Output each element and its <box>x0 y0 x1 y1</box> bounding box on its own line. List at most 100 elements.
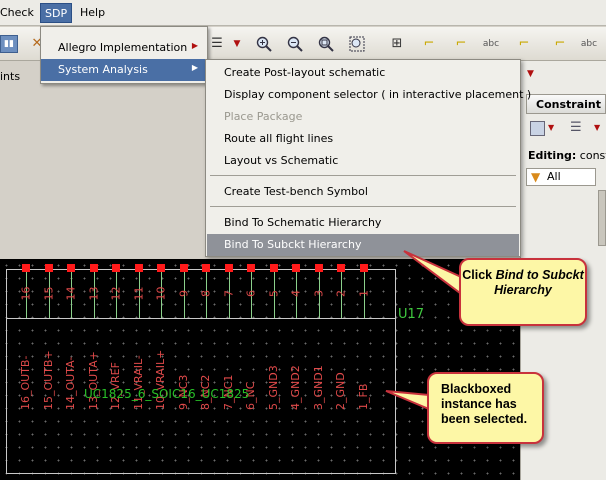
menu-item-create-test-bench-symbol[interactable]: Create Test-bench Symbol <box>207 181 519 203</box>
callout-emphasis: Bind to Subckt Hierarchy <box>494 268 584 297</box>
pin-pad[interactable] <box>315 264 323 272</box>
pin-pad[interactable] <box>90 264 98 272</box>
net-name-icon[interactable]: abc <box>482 35 500 53</box>
callout-prefix: Click <box>462 268 496 282</box>
panel-dropdown-icon[interactable]: ▼ <box>527 69 534 79</box>
submenu-arrow-icon: ▶ <box>191 41 198 50</box>
zoom-area-icon[interactable] <box>348 35 366 53</box>
menu-bar: Check SDP Help <box>0 0 606 26</box>
submenu-arrow-icon: ▶ <box>191 63 198 72</box>
layers-icon[interactable]: ☰ <box>208 35 226 53</box>
zoom-in-icon[interactable] <box>255 35 273 53</box>
align-icon[interactable]: ☰ <box>570 120 582 135</box>
pin-pad[interactable] <box>292 264 300 272</box>
pin-pad[interactable] <box>337 264 345 272</box>
menu-item-bind-to-schematic-hierarchy[interactable]: Bind To Schematic Hierarchy <box>207 212 519 234</box>
text-icon[interactable]: abc <box>580 35 598 53</box>
pin-name: 14_OUTA- <box>64 356 77 410</box>
panel-scrollbar[interactable] <box>598 190 606 246</box>
callout-blackboxed-instance: Blackboxed instance has been selected. <box>427 372 544 444</box>
wire-icon[interactable]: ⌐ <box>420 35 438 53</box>
left-pane-label: ints <box>0 70 21 83</box>
add-part-icon[interactable]: ⊞ <box>388 35 406 53</box>
menu-check[interactable]: Check <box>0 6 34 20</box>
pin-number: 3 <box>312 290 326 297</box>
save-dropdown-icon[interactable]: ▼ <box>548 123 554 132</box>
panel-toggle-icon[interactable]: ▮▮ <box>0 35 18 53</box>
sdp-menu: Allegro Implementation ▶ System Analysis… <box>40 26 208 84</box>
menu-item-place-package: Place Package <box>224 110 303 123</box>
connect-icon[interactable]: ⌐ <box>515 35 533 53</box>
pin-number: 10 <box>154 286 168 301</box>
zoom-fit-icon[interactable] <box>317 35 335 53</box>
pin-number: 11 <box>132 286 146 301</box>
editing-label: Editing: <box>528 149 577 162</box>
filter-icon: ▼ <box>531 170 541 184</box>
menu-separator <box>210 206 516 207</box>
dropdown-arrow-icon[interactable]: ▼ <box>228 35 246 53</box>
pin-number: 13 <box>87 286 101 301</box>
pin-number: 12 <box>109 286 123 301</box>
constraint-manager-tab[interactable]: Constraint M <box>526 94 606 114</box>
pin-number: 8 <box>199 290 213 297</box>
menu-item-display-component-selector[interactable]: Display component selector ( in interact… <box>207 84 531 106</box>
pin-pad[interactable] <box>135 264 143 272</box>
pin-number: 6 <box>244 290 258 297</box>
pin-number: 1 <box>357 290 371 297</box>
constraint-toolbar: ▼ ☰ ▼ <box>526 118 606 142</box>
pin-number: 4 <box>289 290 303 297</box>
pin-name: 16_OUTB- <box>19 355 32 410</box>
pin-pad[interactable] <box>225 264 233 272</box>
menu-item-label: System Analysis <box>58 63 148 76</box>
menu-item-system-analysis[interactable]: System Analysis ▶ <box>41 59 207 81</box>
pin-baseline <box>6 318 396 319</box>
pin-pad[interactable] <box>45 264 53 272</box>
callout-text: Blackboxed instance has been selected. <box>441 382 528 426</box>
save-icon[interactable] <box>530 121 545 136</box>
pin-name: 2_GND <box>334 372 347 410</box>
pin-pad[interactable] <box>247 264 255 272</box>
pin-name: 5_GND3 <box>267 365 280 410</box>
pin-pad[interactable] <box>202 264 210 272</box>
pin-pad[interactable] <box>67 264 75 272</box>
filter-select[interactable]: ▼ All <box>526 168 596 186</box>
pin-number: 15 <box>42 286 56 301</box>
callout-bind-to-subckt: Click Bind to Subckt Hierarchy <box>459 258 587 326</box>
menu-separator <box>210 175 516 176</box>
menu-sdp[interactable]: SDP <box>40 3 73 23</box>
editing-value: constra <box>579 149 606 162</box>
pin-number: 9 <box>177 290 191 297</box>
pin-number: 16 <box>19 286 33 301</box>
align-dropdown-icon[interactable]: ▼ <box>594 123 600 132</box>
menu-item-bind-to-subckt-hierarchy[interactable]: Bind To Subckt Hierarchy <box>207 234 519 256</box>
pin-pad[interactable] <box>22 264 30 272</box>
system-analysis-menu: Create Post-layout schematic Display com… <box>205 59 531 257</box>
pin-name: 11_VRAIL- <box>132 355 145 410</box>
pin-name: 1_FB <box>357 383 370 410</box>
filter-value: All <box>547 170 561 183</box>
pin-pad[interactable] <box>157 264 165 272</box>
pin-pad[interactable] <box>112 264 120 272</box>
component-part-name: UC1825_6_SOIC16_UC1825 <box>84 387 250 401</box>
menu-item-create-post-layout-schematic[interactable]: Create Post-layout schematic <box>207 62 519 84</box>
pin-pad[interactable] <box>360 264 368 272</box>
pin-name: 4_GND2 <box>289 365 302 410</box>
pin-icon[interactable]: ⌐ <box>551 35 569 53</box>
pin-pad[interactable] <box>270 264 278 272</box>
bus-icon[interactable]: ⌐ <box>452 35 470 53</box>
pin-number: 7 <box>222 290 236 297</box>
menu-item-allegro-implementation[interactable]: Allegro Implementation ▶ <box>41 37 207 59</box>
menu-item-route-all-flight-lines[interactable]: Route all flight lines <box>207 128 519 150</box>
menu-item-layout-vs-schematic[interactable]: Layout vs Schematic <box>207 150 519 172</box>
pin-name: 13_OUTA+ <box>87 351 100 410</box>
editing-status: Editing: constra <box>528 149 606 162</box>
component-refdes: U17 <box>398 307 425 322</box>
pin-number: 5 <box>267 290 281 297</box>
pin-name: 3_GND1 <box>312 365 325 410</box>
menu-help[interactable]: Help <box>80 6 105 20</box>
menu-item-label: Allegro Implementation <box>58 41 188 54</box>
pin-number: 2 <box>334 290 348 297</box>
pin-pad[interactable] <box>180 264 188 272</box>
zoom-out-icon[interactable] <box>286 35 304 53</box>
pin-number: 14 <box>64 286 78 301</box>
